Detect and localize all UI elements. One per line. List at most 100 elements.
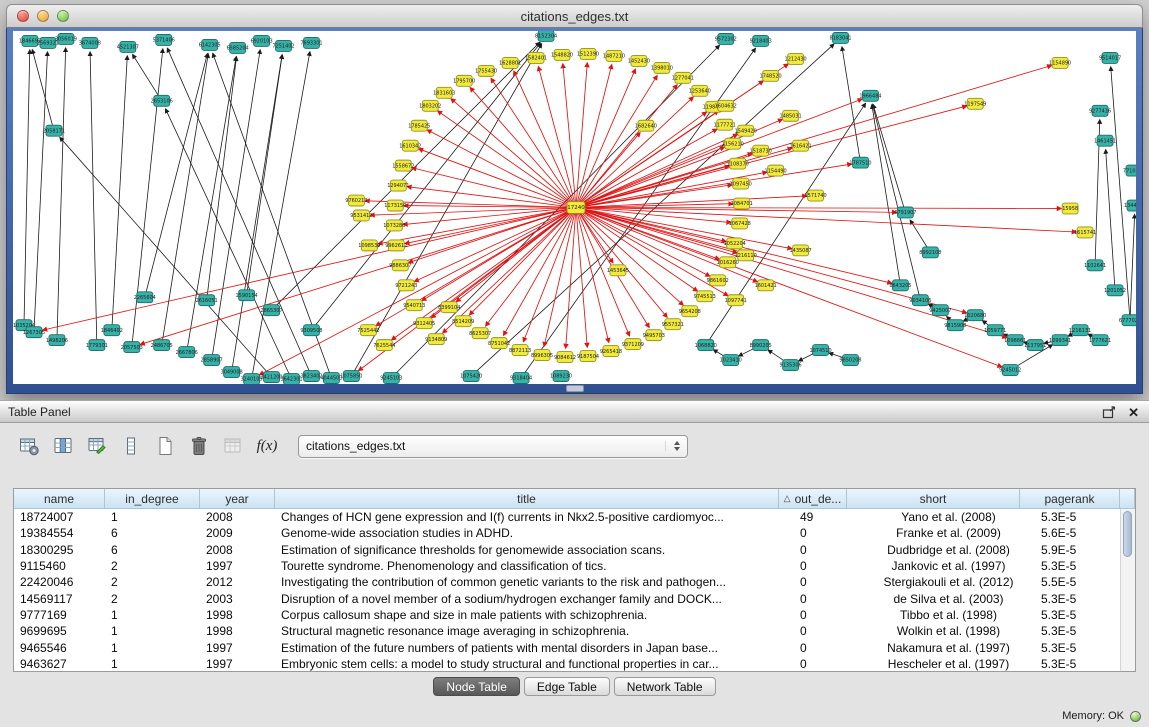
graph-node[interactable]: 1216110 xyxy=(735,250,757,261)
graph-node[interactable]: 1682640 xyxy=(635,120,657,131)
table-row[interactable]: 946362711997Embryonic stem cells: a mode… xyxy=(14,656,1135,671)
graph-edge[interactable] xyxy=(451,99,576,208)
graph-node[interactable]: 1059771 xyxy=(984,325,1006,336)
graph-node[interactable]: 1435087 xyxy=(790,245,812,256)
graph-edge[interactable] xyxy=(576,65,1052,207)
graph-node[interactable]: 9277416 xyxy=(1089,105,1111,116)
graph-edge[interactable] xyxy=(576,208,967,313)
graph-node[interactable]: 1212430 xyxy=(785,53,807,64)
table-row[interactable]: 2242004622012Investigating the contribut… xyxy=(14,574,1135,590)
graph-node[interactable]: 3642301 xyxy=(280,374,302,384)
graph-node[interactable]: 1966484 xyxy=(859,90,881,101)
graph-node[interactable]: 1615741 xyxy=(1074,227,1096,238)
graph-node[interactable]: 9572302 xyxy=(715,33,737,44)
graph-edge[interactable] xyxy=(873,105,921,301)
graph-edge[interactable] xyxy=(187,57,236,352)
graph-node[interactable]: 1074510 xyxy=(809,345,831,356)
function-builder-button[interactable]: f(x) xyxy=(254,433,280,459)
graph-node[interactable]: 9034106 xyxy=(909,295,931,306)
column-header-name[interactable]: name xyxy=(14,489,105,509)
graph-node[interactable]: 3240109 xyxy=(240,374,262,384)
graph-node[interactable]: 9962612 xyxy=(385,240,407,251)
graph-node[interactable]: 3049008 xyxy=(221,367,243,378)
graph-node[interactable]: 9084612 xyxy=(554,352,576,363)
graph-node[interactable]: 9218403 xyxy=(750,35,772,46)
import-table-button[interactable] xyxy=(220,433,246,459)
graph-node[interactable]: 1102641 xyxy=(1084,260,1106,271)
graph-node[interactable]: 9850208 xyxy=(839,355,861,366)
graph-node[interactable]: 3823402 xyxy=(300,371,322,382)
graph-node[interactable]: 7525442 xyxy=(357,325,379,336)
graph-node[interactable]: 1073280 xyxy=(383,220,405,231)
graph-node[interactable]: 1601421 xyxy=(755,280,777,291)
graph-node[interactable]: 1098530 xyxy=(358,240,380,251)
graph-node[interactable]: 9187504 xyxy=(577,351,599,362)
graph-node[interactable]: 7251402 xyxy=(272,40,294,51)
graph-node[interactable]: 1558672 xyxy=(392,160,414,171)
graph-edge[interactable] xyxy=(167,48,311,376)
graph-edge[interactable] xyxy=(90,52,97,345)
graph-node[interactable]: 1755430 xyxy=(475,65,497,76)
graph-node[interactable]: 1177721 xyxy=(714,119,736,130)
graph-edge[interactable] xyxy=(419,149,576,208)
graph-edge[interactable] xyxy=(576,76,657,208)
graph-edge[interactable] xyxy=(1111,67,1130,320)
graph-edge[interactable] xyxy=(443,208,576,333)
graph-edge[interactable] xyxy=(166,109,292,379)
graph-node[interactable]: 7693301 xyxy=(300,37,322,48)
scrollbar-thumb[interactable] xyxy=(1123,511,1132,557)
float-panel-icon[interactable] xyxy=(1102,406,1116,419)
graph-node[interactable]: 1197549 xyxy=(964,98,986,109)
graph-edge[interactable] xyxy=(576,106,967,207)
graph-node[interactable]: 4521307 xyxy=(117,41,139,52)
graph-node[interactable]: 2058171 xyxy=(43,125,65,136)
graph-node[interactable]: 6585204 xyxy=(227,42,249,53)
graph-node[interactable]: 9495703 xyxy=(643,330,665,341)
graph-edge[interactable] xyxy=(145,54,208,298)
table-row[interactable]: 1938455462009Genome-wide association stu… xyxy=(14,525,1135,541)
table-row[interactable]: 946554611997Estimation of the future num… xyxy=(14,639,1135,655)
graph-node[interactable]: 1277041 xyxy=(672,72,694,83)
graph-node[interactable]: 8990205 xyxy=(750,340,772,351)
graph-edge[interactable] xyxy=(247,55,283,295)
column-header-title[interactable]: title xyxy=(275,489,779,509)
graph-node[interactable]: 1398010 xyxy=(651,62,673,73)
graph-node[interactable]: 6920103 xyxy=(250,35,272,46)
graph-edge[interactable] xyxy=(24,50,30,325)
graph-node[interactable]: 1075420 xyxy=(460,371,482,382)
tab-network-table[interactable]: Network Table xyxy=(614,677,716,696)
graph-node[interactable]: 1779301 xyxy=(86,340,108,351)
graph-node[interactable]: 1089230 xyxy=(550,371,572,382)
edit-table-button[interactable] xyxy=(84,433,110,459)
graph-edge[interactable] xyxy=(427,130,576,208)
column-header-year[interactable]: year xyxy=(200,489,275,509)
graph-node[interactable]: 1084701 xyxy=(731,198,753,209)
table-row[interactable]: 1872400712008Changes of HCN gene express… xyxy=(14,509,1135,525)
graph-edge[interactable] xyxy=(491,78,576,207)
graph-node[interactable]: 1154890 xyxy=(1049,57,1071,68)
graph-edge[interactable] xyxy=(471,44,834,376)
graph-edge[interactable] xyxy=(133,55,162,101)
graph-node[interactable]: 15958 xyxy=(1062,203,1078,214)
graph-node[interactable]: 7625544 xyxy=(373,340,395,351)
graph-node[interactable]: 8872113 xyxy=(509,345,531,356)
graph-node[interactable]: 9815908 xyxy=(944,320,966,331)
graph-node[interactable]: 1831603 xyxy=(433,87,455,98)
graph-edge[interactable] xyxy=(872,105,901,286)
graph-edge[interactable] xyxy=(576,208,697,292)
graph-node[interactable]: 2858907 xyxy=(201,355,223,366)
tab-edge-table[interactable]: Edge Table xyxy=(524,677,610,696)
graph-edge[interactable] xyxy=(412,168,576,208)
close-window-button[interactable] xyxy=(17,10,29,22)
graph-node[interactable]: 6777022 xyxy=(1119,315,1136,326)
delete-column-button[interactable] xyxy=(186,433,212,459)
graph-edge[interactable] xyxy=(207,57,237,300)
graph-edge[interactable] xyxy=(576,208,587,348)
graph-node[interactable]: 1201052 xyxy=(1104,285,1126,296)
graph-node[interactable]: 8514209 xyxy=(452,316,474,327)
graph-node[interactable]: 2057503 xyxy=(121,342,143,353)
graph-edge[interactable] xyxy=(1106,150,1115,291)
graph-node[interactable]: 1020680 xyxy=(964,310,986,321)
column-header-short[interactable]: short xyxy=(847,489,1020,509)
graph-node[interactable]: 1052204 xyxy=(724,238,746,249)
